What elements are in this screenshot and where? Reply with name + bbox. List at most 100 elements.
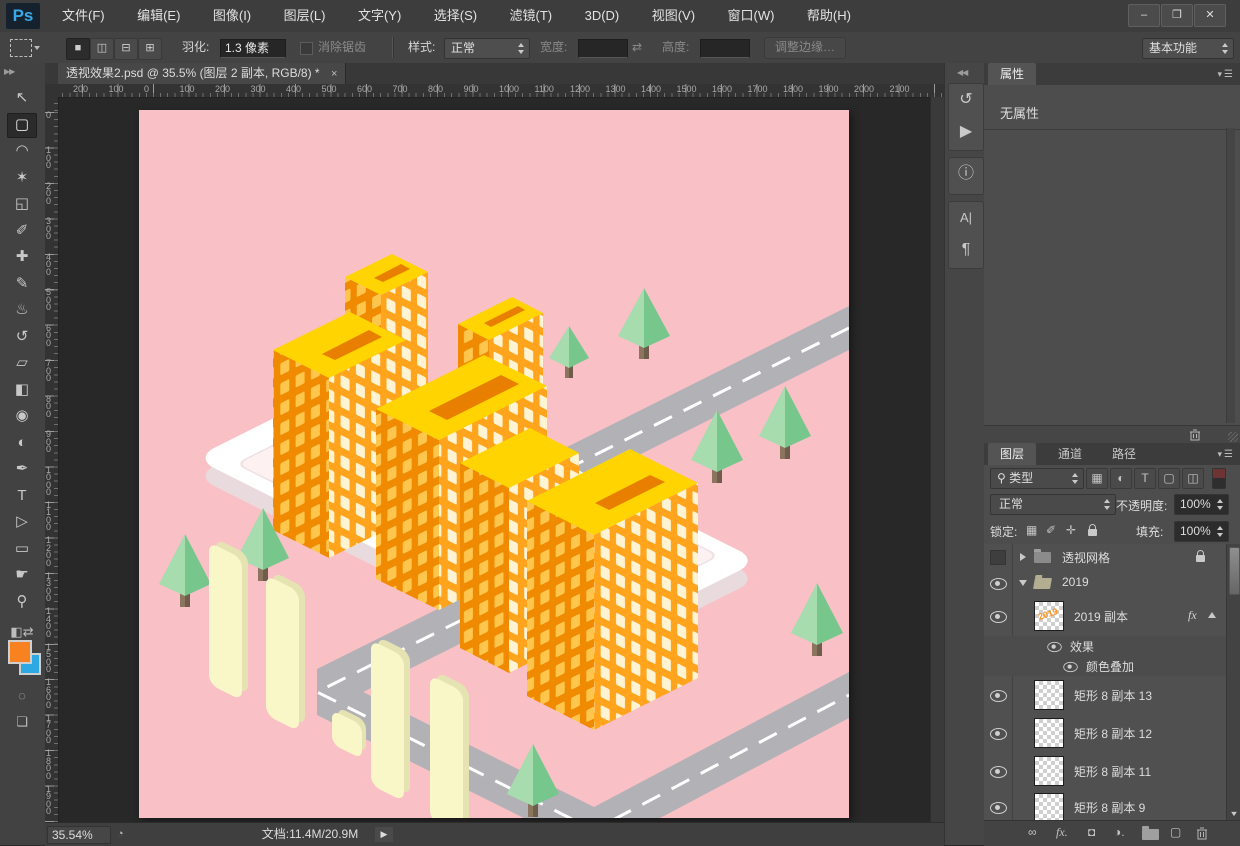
add-mask-icon[interactable]: ◘ [1088,825,1095,839]
layer-thumbnail[interactable] [1034,756,1064,786]
tab-layers[interactable]: 图层 [988,443,1036,465]
fx-item-row[interactable]: 颜色叠加 [984,656,1240,677]
quick-mask-button[interactable]: ◌ [7,685,37,707]
menu-window[interactable]: 窗口(W) [728,0,775,32]
intersect-selection-button[interactable]: ⊞ [138,38,162,60]
height-input[interactable] [700,39,750,58]
lock-all-icon[interactable] [1088,529,1097,536]
type-tool[interactable]: T [7,484,37,509]
canvas[interactable] [139,110,849,818]
minimize-button[interactable]: – [1128,4,1160,27]
add-selection-button[interactable]: ◫ [90,38,114,60]
tab-paths[interactable]: 路径 [1100,443,1148,465]
menu-help[interactable]: 帮助(H) [807,0,851,32]
filter-shape-icon[interactable]: ▢ [1158,468,1180,489]
filter-smart-object-icon[interactable]: ◫ [1182,468,1204,489]
layer-row[interactable]: 矩形 8 副本 9 [984,790,1240,820]
dodge-tool[interactable]: ◐ [7,431,37,456]
spot-healing-brush-tool[interactable]: ✚ [7,245,37,270]
status-menu-arrow[interactable]: ▶ [375,827,393,842]
fill-input[interactable]: 100% [1174,521,1229,542]
eyedropper-tool[interactable]: ✐ [7,219,37,244]
tab-properties[interactable]: 属性 [988,63,1036,85]
layer-thumbnail[interactable] [1034,718,1064,748]
hand-tool[interactable]: ☛ [7,563,37,588]
filter-toggle-switch[interactable] [1212,468,1226,489]
lock-pixels-icon[interactable]: ✐ [1046,523,1056,537]
lasso-tool[interactable]: ◠ [7,139,37,164]
menu-select[interactable]: 选择(S) [434,0,477,32]
layer-row[interactable]: 矩形 8 副本 13 [984,676,1240,715]
maximize-button[interactable]: ❐ [1161,4,1193,27]
eye-icon[interactable] [990,728,1007,740]
fx-header-row[interactable]: 效果 [984,636,1240,657]
link-layers-icon[interactable]: ∞ [1028,825,1037,839]
collapse-tools-icon[interactable]: ▶▶ [4,67,14,76]
visibility-toggle[interactable] [984,570,1013,596]
rectangular-marquee-tool[interactable]: ▢ [7,113,37,138]
new-layer-icon[interactable]: ▢ [1170,825,1181,839]
swap-dimensions-icon[interactable]: ⇄ [632,32,642,63]
menu-3d[interactable]: 3D(D) [585,0,620,32]
tab-channels[interactable]: 通道 [1046,443,1094,465]
filter-pixel-icon[interactable]: ▦ [1086,468,1108,489]
opacity-input[interactable]: 100% [1174,494,1229,515]
layer-thumbnail[interactable]: 2019 [1034,601,1064,631]
magic-wand-tool[interactable]: ✶ [7,166,37,191]
resize-grip[interactable] [1228,432,1238,442]
group-collapse-icon[interactable] [1019,580,1027,586]
new-group-icon[interactable] [1142,829,1159,840]
paragraph-panel-icon[interactable]: ¶ [949,234,983,266]
menu-file[interactable]: 文件(F) [62,0,105,32]
lock-transparency-icon[interactable]: ▦ [1026,523,1037,537]
menu-image[interactable]: 图像(I) [213,0,251,32]
menu-view[interactable]: 视图(V) [652,0,695,32]
eye-icon[interactable] [1063,662,1077,672]
menu-type[interactable]: 文字(Y) [358,0,401,32]
layers-panel-menu-icon[interactable]: ▾ [1218,449,1235,460]
zoom-tool[interactable]: ⚲ [7,590,37,615]
visibility-toggle[interactable] [984,676,1013,714]
clone-stamp-tool[interactable]: ♨ [7,298,37,323]
tool-preset-arrow-icon[interactable] [34,46,40,50]
zoom-level-input[interactable]: 35.54% [47,826,111,844]
menu-edit[interactable]: 编辑(E) [137,0,180,32]
character-panel-icon[interactable]: A| [949,202,983,234]
menu-filter[interactable]: 滤镜(T) [510,0,553,32]
eye-icon[interactable] [990,766,1007,778]
close-button[interactable]: ✕ [1194,4,1226,27]
document-tab[interactable]: 透视效果2.psd @ 35.5% (图层 2 副本, RGB/8) * × [58,63,346,84]
properties-scrollbar[interactable] [1226,128,1235,423]
gradient-tool[interactable]: ◧ [7,378,37,403]
fx-collapse-icon[interactable] [1208,612,1216,618]
expand-panels-icon[interactable]: ◀◀ [957,68,967,77]
actions-panel-icon[interactable]: ▶ [949,116,983,148]
workspace-dropdown[interactable]: 基本功能 [1142,38,1234,59]
status-badge-icon[interactable]: ◔ [117,823,124,846]
antialias-checkbox[interactable] [300,42,313,55]
feather-input[interactable]: 1.3 像素 [220,39,286,58]
rectangle-tool[interactable]: ▭ [7,537,37,562]
eraser-tool[interactable]: ▱ [7,351,37,376]
menu-layer[interactable]: 图层(L) [284,0,326,32]
filter-adjustment-icon[interactable]: ◐ [1110,468,1132,489]
history-brush-tool[interactable]: ↺ [7,325,37,350]
brush-tool[interactable]: ✎ [7,272,37,297]
visibility-toggle[interactable] [984,790,1013,820]
new-selection-button[interactable]: ■ [66,38,90,60]
eye-icon[interactable] [990,611,1007,623]
info-panel-icon[interactable]: ⓘ [949,158,983,190]
lock-position-icon[interactable]: ✛ [1066,523,1076,537]
eye-icon[interactable] [990,690,1007,702]
layer-row[interactable]: 2019 [984,570,1240,597]
properties-panel-menu-icon[interactable]: ▾ [1218,69,1235,80]
filter-type-dropdown[interactable]: ⚲ 类型 [990,468,1084,489]
vertical-scrollbar[interactable] [930,97,945,822]
path-selection-tool[interactable]: ▷ [7,510,37,535]
width-input[interactable] [578,39,628,58]
layer-row[interactable]: 2019 2019 副本 fx [984,596,1240,637]
move-tool[interactable]: ↖ [7,86,37,111]
scrollbar-thumb[interactable] [1229,547,1240,595]
scrollbar-down-icon[interactable] [1231,812,1237,816]
delete-icon[interactable] [1189,429,1201,441]
